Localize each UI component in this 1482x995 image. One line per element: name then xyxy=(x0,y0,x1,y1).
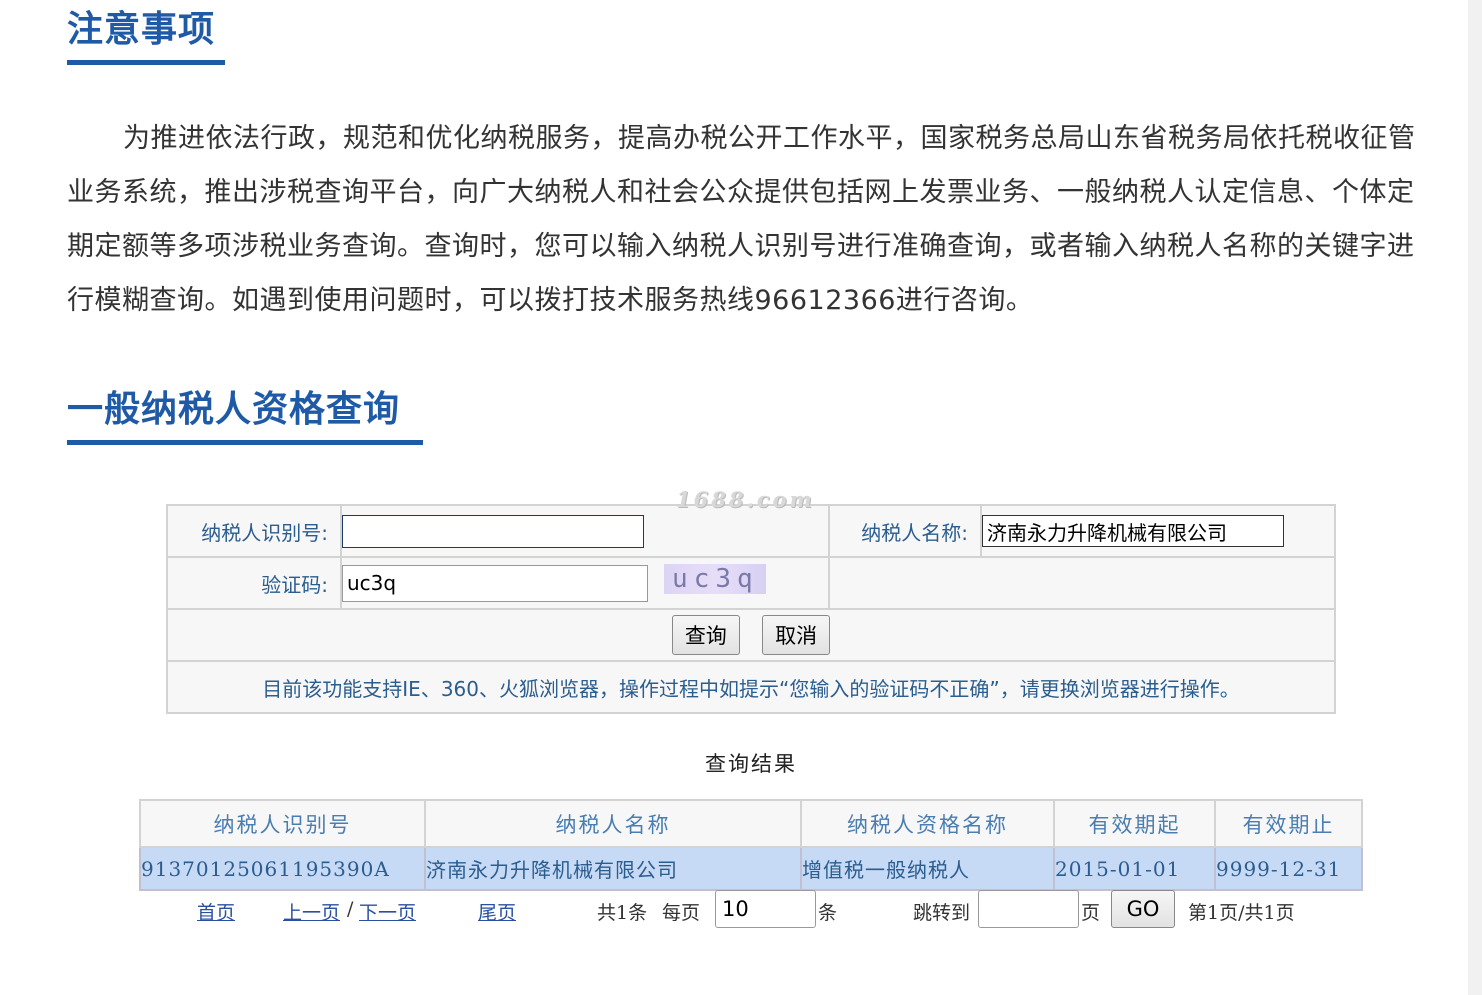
notice-body: 为推进依法行政，规范和优化纳税服务，提高办税公开工作水平，国家税务总局山东省税务… xyxy=(67,123,1416,316)
watermark: 1688.com xyxy=(676,487,815,512)
name-label: 纳税人名称: xyxy=(828,504,982,558)
per-page-label: 每页 xyxy=(662,902,701,924)
submit-button[interactable]: 查询 xyxy=(671,615,740,655)
query-title: 一般纳税人资格查询 xyxy=(67,388,423,445)
captcha-input[interactable] xyxy=(342,564,648,602)
cell-taxid: 91370125061195390A xyxy=(139,846,426,891)
cell-valid-from: 2015-01-01 xyxy=(1053,846,1216,891)
page-unit: 页 xyxy=(1081,902,1101,924)
query-form: 纳税人识别号: 纳税人名称: 验证码: uc3q 查询 取消 目前该功能支持IE… xyxy=(166,504,1336,714)
col-header-qualification: 纳税人资格名称 xyxy=(800,799,1055,848)
next-page-link[interactable]: 下一页 xyxy=(359,898,416,925)
per-page-input[interactable] xyxy=(715,890,816,928)
pager-separator: / xyxy=(347,898,354,920)
col-header-valid-from: 有效期起 xyxy=(1053,799,1216,848)
page-info: 第1页/共1页 xyxy=(1188,902,1295,924)
query-title-underline xyxy=(67,440,423,445)
scrollbar[interactable] xyxy=(1468,0,1482,995)
col-header-name: 纳税人名称 xyxy=(424,799,802,848)
taxid-label: 纳税人识别号: xyxy=(166,504,342,558)
taxid-input[interactable] xyxy=(342,514,644,548)
last-page-link[interactable]: 尾页 xyxy=(478,898,516,925)
table-row[interactable]: 91370125061195390A 济南永力升降机械有限公司 增值税一般纳税人… xyxy=(139,846,1363,891)
notice-title: 注意事项 xyxy=(67,8,225,65)
first-page-link[interactable]: 首页 xyxy=(197,898,235,925)
result-table: 纳税人识别号 纳税人名称 纳税人资格名称 有效期起 有效期止 913701250… xyxy=(139,799,1363,891)
result-title: 查询结果 xyxy=(705,752,797,776)
result-header-row: 纳税人识别号 纳税人名称 纳税人资格名称 有效期起 有效期止 xyxy=(139,799,1363,848)
col-header-valid-to: 有效期止 xyxy=(1214,799,1363,848)
go-button[interactable]: GO xyxy=(1111,890,1175,928)
pagination: 首页 上一页 / 下一页 尾页 共1条 每页 条 跳转到 页 GO 第1页/共1… xyxy=(0,890,1482,930)
name-input[interactable] xyxy=(982,515,1284,547)
col-header-taxid: 纳税人识别号 xyxy=(139,799,426,848)
browser-tip: 目前该功能支持IE、360、火狐浏览器，操作过程中如提示“您输入的验证码不正确”… xyxy=(166,660,1336,714)
per-page-unit: 条 xyxy=(818,902,838,924)
jump-page-input[interactable] xyxy=(978,890,1079,928)
captcha-label: 验证码: xyxy=(166,556,342,610)
cancel-button[interactable]: 取消 xyxy=(762,615,831,655)
cell-name: 济南永力升降机械有限公司 xyxy=(424,846,802,891)
jump-label: 跳转到 xyxy=(913,902,971,924)
prev-page-link[interactable]: 上一页 xyxy=(283,898,340,925)
total-count: 共1条 xyxy=(597,902,648,924)
notice-title-underline xyxy=(67,60,225,65)
cell-valid-to: 9999-12-31 xyxy=(1214,846,1363,891)
captcha-image[interactable]: uc3q xyxy=(664,563,767,594)
cell-qualification: 增值税一般纳税人 xyxy=(800,846,1055,891)
